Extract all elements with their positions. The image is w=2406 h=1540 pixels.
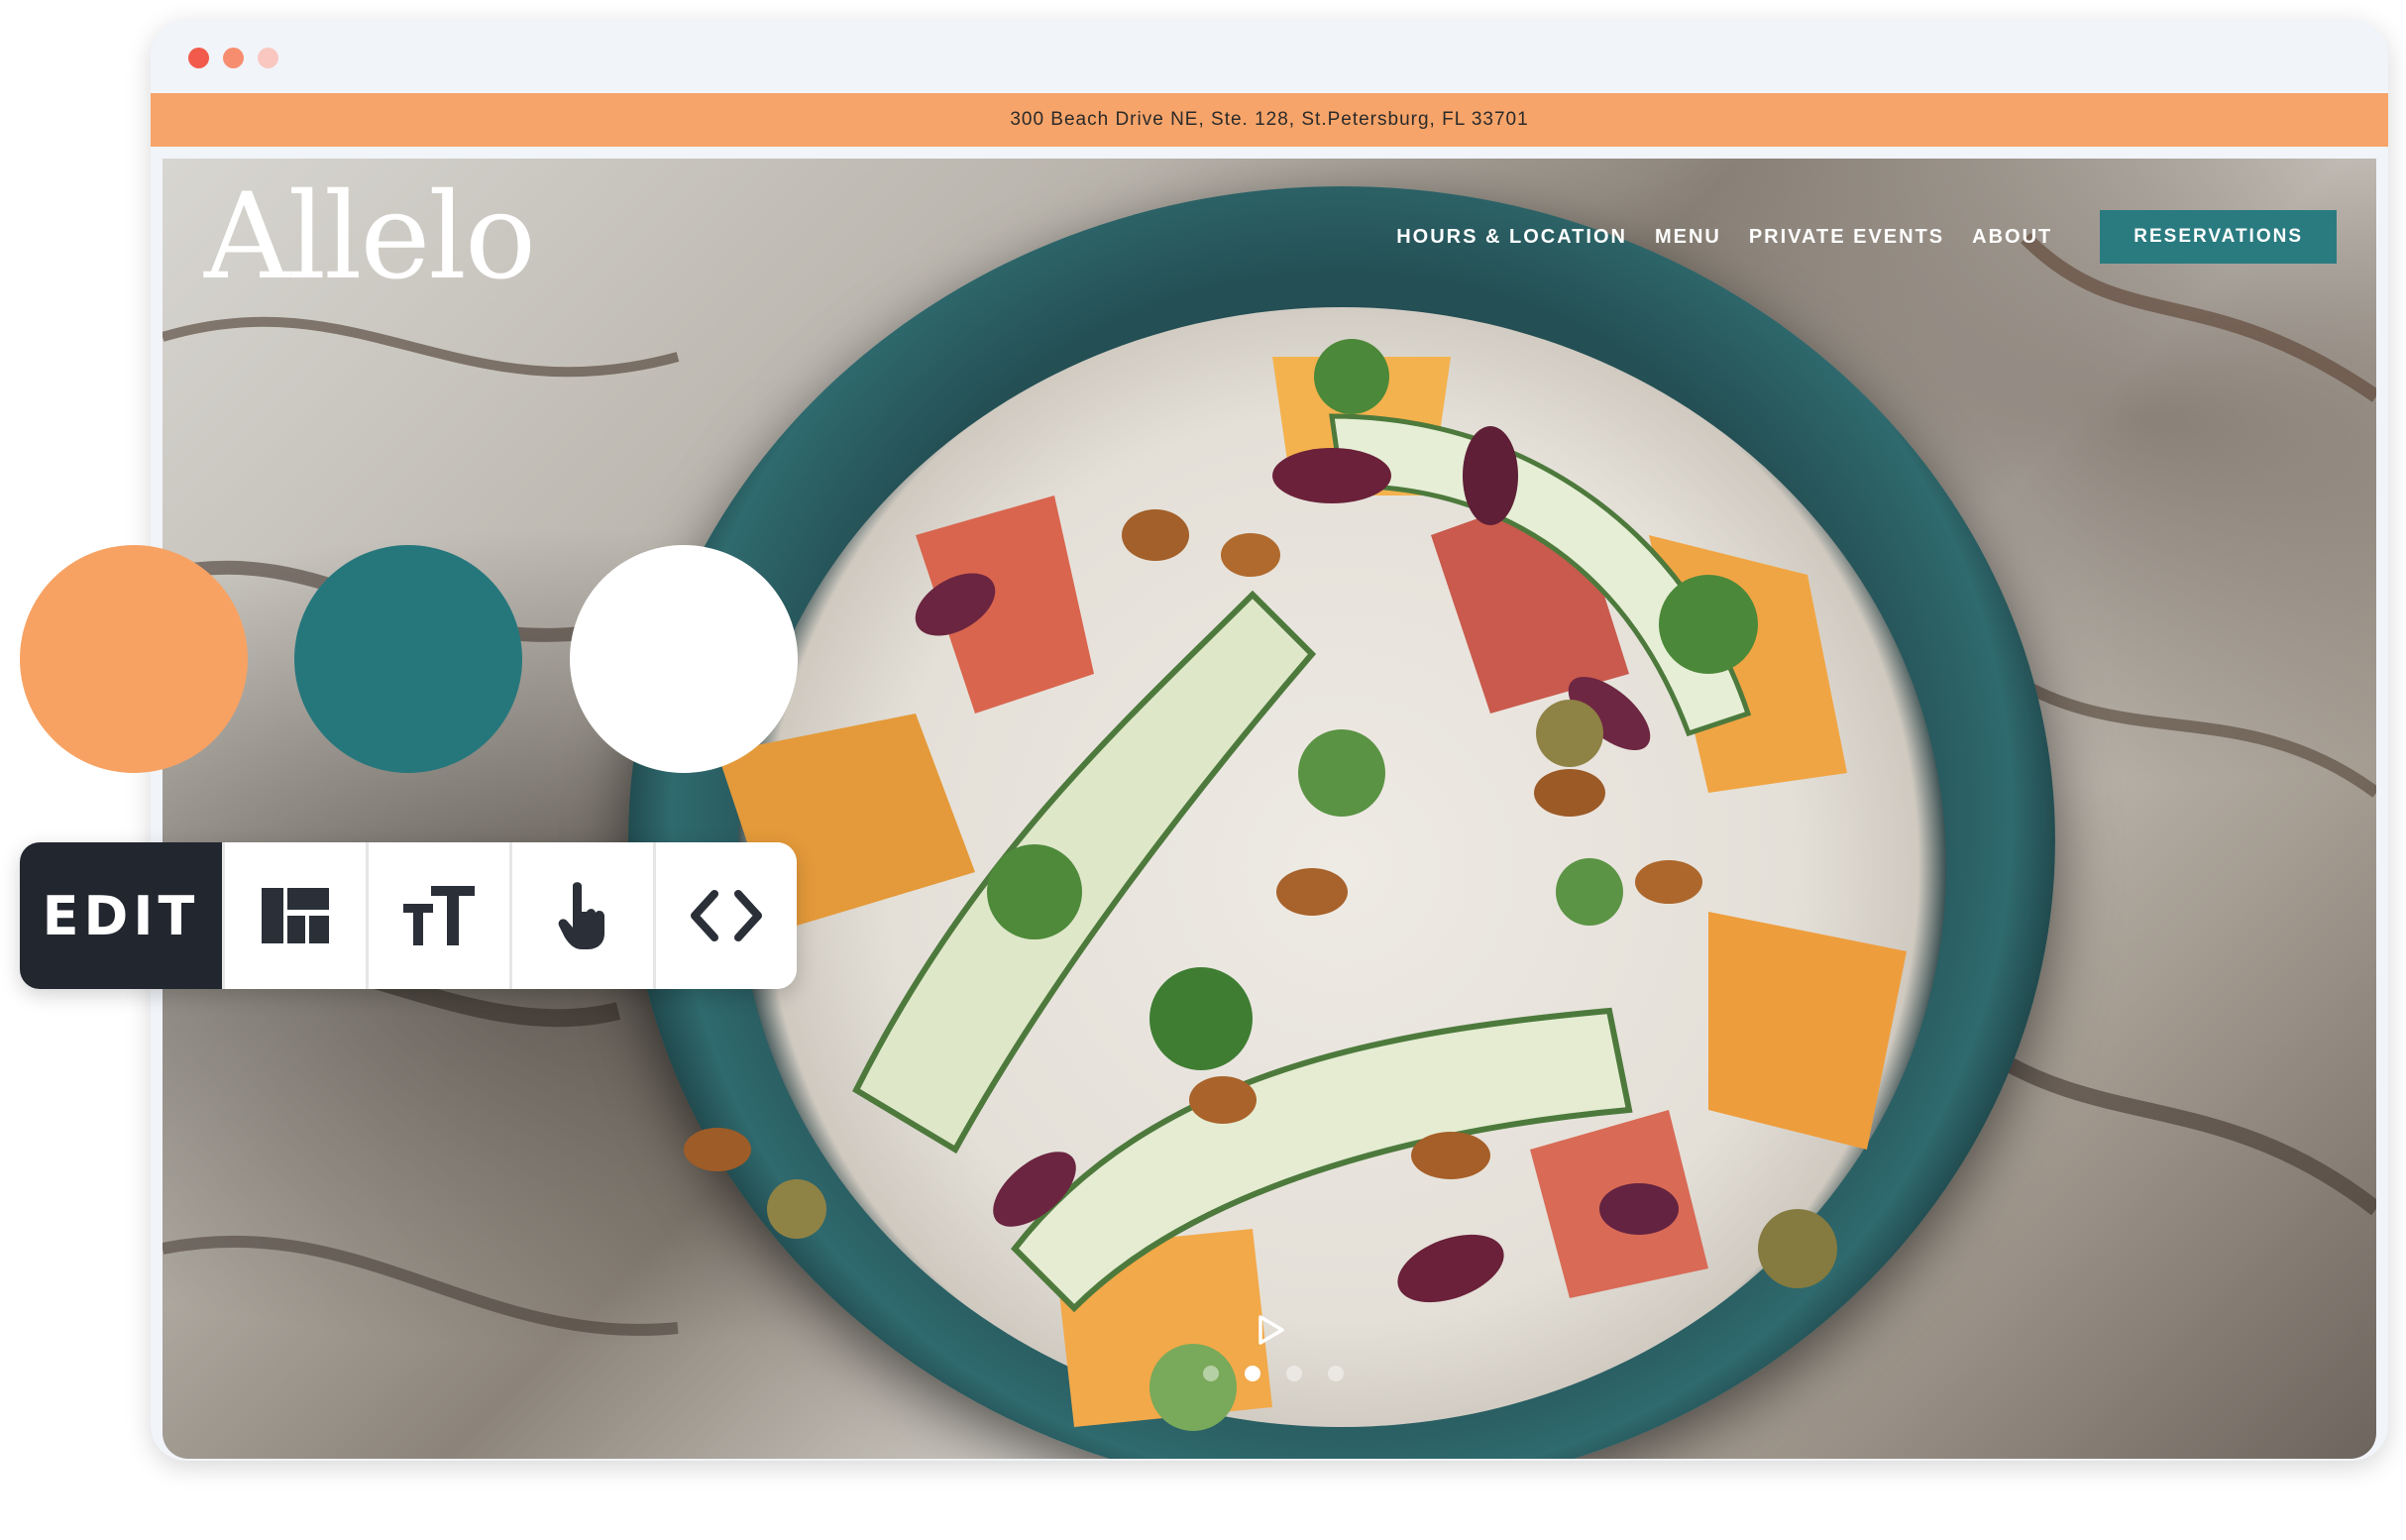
nav-hours-location[interactable]: HOURS & LOCATION [1396,226,1627,249]
code-icon [691,890,762,941]
window-controls [188,48,278,68]
play-icon[interactable] [1257,1313,1286,1347]
minimize-dot[interactable] [223,48,244,68]
pointer-hand-icon [558,882,604,949]
main-nav: HOURS & LOCATION MENU PRIVATE EVENTS ABO… [1396,210,2337,264]
close-dot[interactable] [188,48,209,68]
hero-section: Allelo HOURS & LOCATION MENU PRIVATE EVE… [163,159,2376,1459]
carousel-dot[interactable] [1203,1366,1219,1381]
swatch-teal[interactable] [294,545,522,773]
carousel-dot-active[interactable] [1245,1366,1260,1381]
site-logo[interactable]: Allelo [204,168,536,306]
reservations-button[interactable]: RESERVATIONS [2100,210,2337,264]
nav-menu[interactable]: MENU [1655,226,1721,249]
nav-about[interactable]: ABOUT [1972,226,2052,249]
food-image [684,339,1907,1431]
swatch-orange[interactable] [20,545,248,773]
address-bar: 300 Beach Drive NE, Ste. 128, St.Petersb… [151,93,2388,147]
layout-icon [262,888,329,943]
carousel-pagination [1203,1366,1344,1381]
edit-toolbar: EDIT [20,842,797,989]
address-text: 300 Beach Drive NE, Ste. 128, St.Petersb… [1010,109,1529,130]
code-button[interactable] [653,842,797,989]
text-size-button[interactable] [366,842,509,989]
layout-button[interactable] [222,842,366,989]
stage: 300 Beach Drive NE, Ste. 128, St.Petersb… [0,0,2406,1540]
interaction-button[interactable] [509,842,653,989]
carousel-dot[interactable] [1286,1366,1302,1381]
text-size-icon [403,886,475,945]
nav-private-events[interactable]: PRIVATE EVENTS [1749,226,1944,249]
edit-button[interactable]: EDIT [20,842,222,989]
swatch-white[interactable] [570,545,798,773]
carousel-dot[interactable] [1328,1366,1344,1381]
maximize-dot[interactable] [258,48,278,68]
